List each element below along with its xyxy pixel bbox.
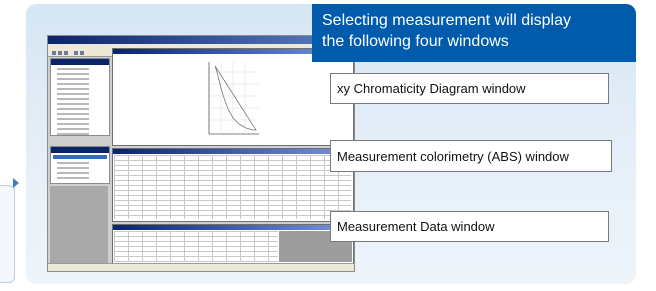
- chromaticity-plot: [208, 62, 259, 135]
- measurement-data-grid: [114, 231, 278, 262]
- measurement-colorimetry-abs-window: [112, 148, 354, 222]
- toolbar-button-icon: [58, 51, 62, 55]
- toolbar-button-icon: [52, 51, 56, 55]
- tree-title-bar: [51, 59, 109, 65]
- callout-banner: Selecting measurement will display the f…: [312, 4, 636, 62]
- empty-workspace: [50, 186, 108, 264]
- toolbar-button-icon: [74, 51, 78, 55]
- toolbar-button-icon: [64, 51, 68, 55]
- abs-window-title-bar: [113, 149, 353, 154]
- app-status-bar: [48, 263, 354, 271]
- measurement-data-window: [112, 224, 354, 264]
- app-title-bar: [48, 36, 354, 44]
- measurement-properties-window: [50, 146, 110, 184]
- xy-chromaticity-diagram-window: [112, 48, 354, 146]
- abs-data-grid: [114, 155, 351, 219]
- properties-title-bar: [51, 147, 109, 153]
- toolbar-button-icon: [80, 51, 84, 55]
- application-screenshot: [47, 35, 355, 272]
- left-edge-panel: [0, 185, 15, 283]
- measurement-data-label: Measurement Data window: [330, 211, 609, 242]
- arrow-right-icon: [13, 178, 19, 188]
- data-window-title-bar: [113, 225, 353, 230]
- selected-measurement-row: [53, 155, 107, 159]
- xy-chromaticity-diagram-label: xy Chromaticity Diagram window: [330, 73, 609, 104]
- callout-line-2: the following four windows: [322, 33, 509, 50]
- measurement-tree-window: [50, 58, 110, 136]
- measurement-colorimetry-abs-label: Measurement colorimetry (ABS) window: [330, 140, 612, 172]
- callout-line-1: Selecting measurement will display: [322, 12, 571, 29]
